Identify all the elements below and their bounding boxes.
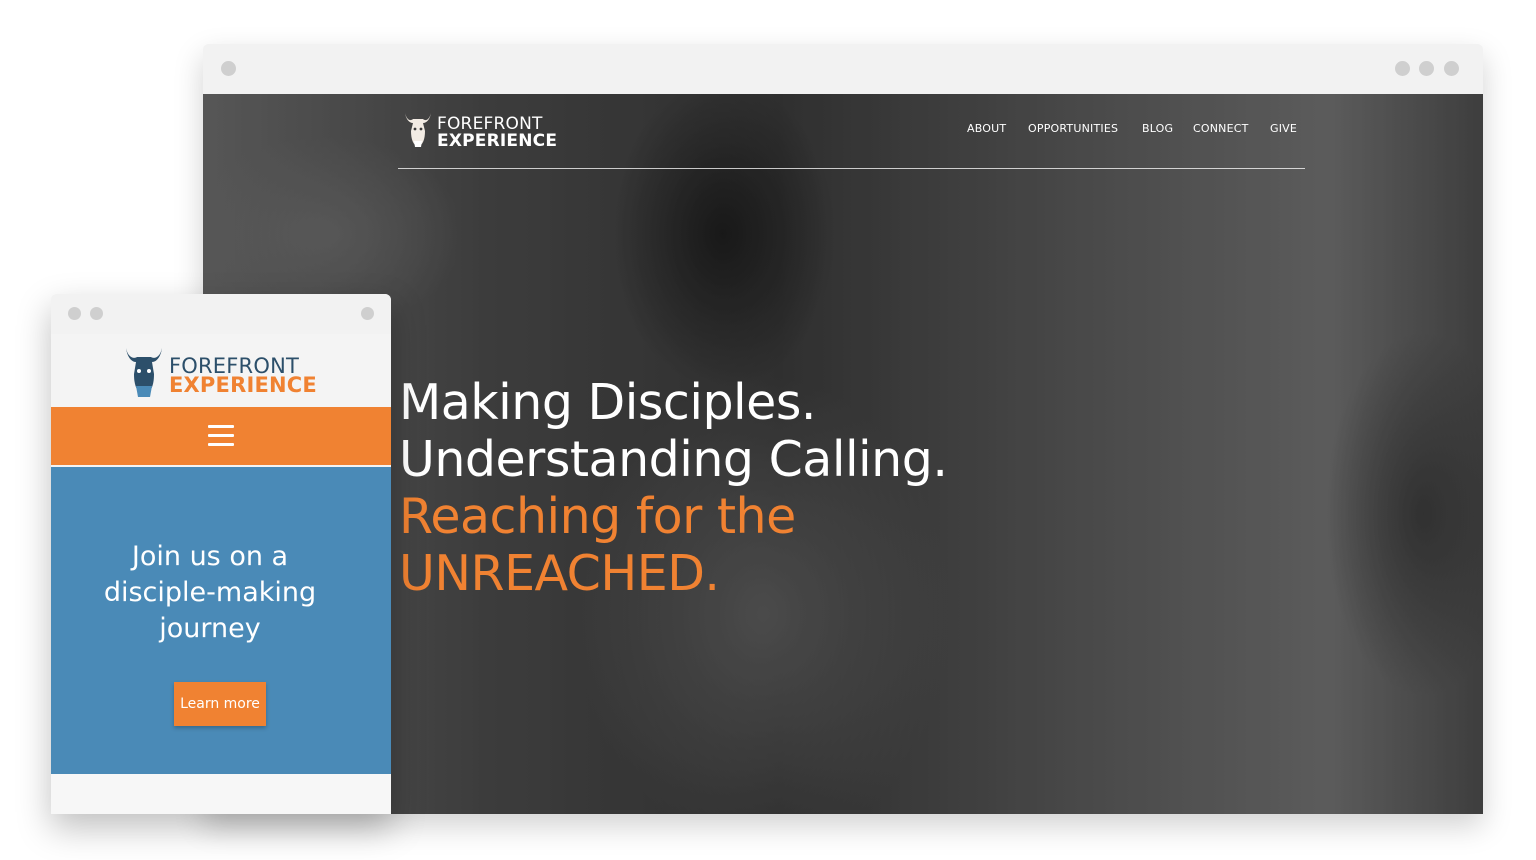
mobile-browser-chrome (51, 294, 391, 334)
logo-text-line2: EXPERIENCE (437, 131, 558, 151)
desktop-browser-window: FOREFRONT EXPERIENCE ABOUT OPPORTUNITIES… (203, 44, 1483, 814)
mobile-footer-strip (51, 774, 391, 814)
yak-head-icon (126, 348, 162, 397)
mobile-hero-line-1: Join us on a (131, 541, 289, 572)
nav-item-blog[interactable]: BLOG (1142, 122, 1173, 135)
mobile-logo[interactable]: FOREFRONT EXPERIENCE (123, 344, 323, 400)
hero-line-1: Making Disciples. (399, 374, 816, 431)
header-divider (398, 168, 1305, 169)
nav-item-opportunities[interactable]: OPPORTUNITIES (1028, 122, 1118, 135)
hero-headline: Making Disciples. Understanding Calling.… (399, 374, 1099, 602)
nav-item-about[interactable]: ABOUT (967, 122, 1006, 135)
window-control-dot (90, 307, 103, 320)
mobile-browser-window: FOREFRONT EXPERIENCE Join us on a discip… (51, 294, 391, 814)
window-control-dot (1395, 61, 1410, 76)
mobile-hero-line-3: journey (159, 613, 261, 644)
desktop-hero-background: FOREFRONT EXPERIENCE ABOUT OPPORTUNITIES… (203, 94, 1483, 814)
nav-item-give[interactable]: GIVE (1270, 122, 1297, 135)
learn-more-button[interactable]: Learn more (174, 682, 266, 726)
yak-head-icon (405, 113, 431, 147)
desktop-browser-chrome (203, 44, 1483, 94)
mobile-hero: Join us on a disciple-making journey Lea… (51, 467, 391, 774)
window-control-dot (1419, 61, 1434, 76)
mobile-hero-line-2: disciple-making (103, 577, 317, 608)
window-control-dot (221, 61, 236, 76)
mobile-header: FOREFRONT EXPERIENCE (51, 334, 391, 407)
mobile-menu-bar (51, 407, 391, 465)
hero-line-3: Reaching for the (399, 488, 796, 545)
window-control-dot (68, 307, 81, 320)
nav-item-connect[interactable]: CONNECT (1193, 122, 1249, 135)
main-nav: ABOUT OPPORTUNITIES BLOG CONNECT GIVE (967, 122, 1307, 142)
window-control-dot (1444, 61, 1459, 76)
logo-text-line2: EXPERIENCE (169, 373, 317, 397)
hero-line-4: UNREACHED. (399, 545, 720, 602)
hero-line-2: Understanding Calling. (399, 431, 948, 488)
hamburger-menu-icon[interactable] (208, 424, 234, 448)
window-control-dot (361, 307, 374, 320)
